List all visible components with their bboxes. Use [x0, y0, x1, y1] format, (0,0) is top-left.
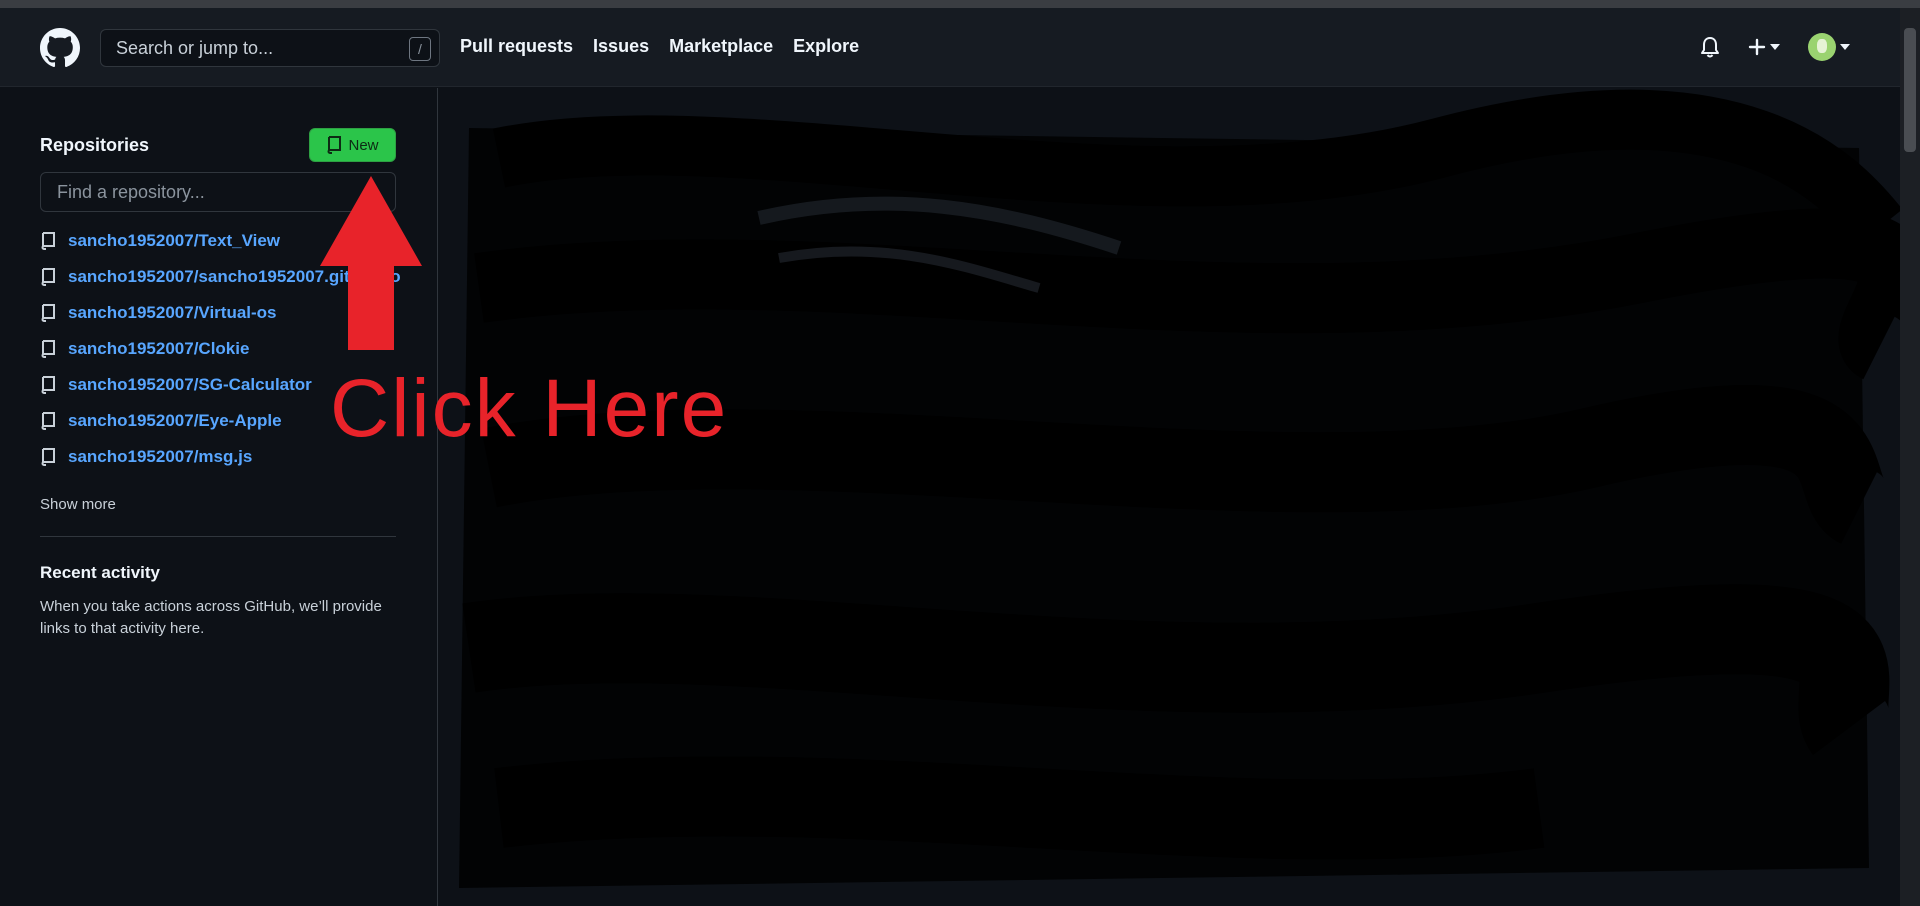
page-scrollbar[interactable]: [1900, 8, 1920, 906]
repo-icon: [328, 136, 342, 154]
repo-icon: [41, 376, 55, 394]
user-menu[interactable]: [1808, 33, 1850, 61]
new-button-label: New: [348, 136, 379, 154]
repo-link[interactable]: sancho1952007/Virtual-os: [68, 303, 277, 323]
repo-link[interactable]: sancho1952007/Clokie: [68, 339, 249, 359]
header-actions: [1700, 33, 1850, 61]
repo-link[interactable]: sancho1952007/Text_View: [68, 231, 280, 251]
repo-link[interactable]: sancho1952007/Eye-Apple: [68, 411, 282, 431]
nav-issues[interactable]: Issues: [593, 36, 649, 57]
search-input[interactable]: [101, 30, 439, 66]
annotation-arrow-icon: [320, 176, 422, 350]
browser-top-strip: [0, 0, 1920, 8]
search-shortcut-hint: /: [409, 37, 431, 61]
divider: [40, 536, 396, 537]
scrollbar-thumb[interactable]: [1904, 28, 1916, 152]
show-more-link[interactable]: Show more: [40, 496, 116, 513]
notifications-bell-icon[interactable]: [1700, 36, 1720, 58]
repo-link[interactable]: sancho1952007/msg.js: [68, 447, 252, 467]
header-nav: Pull requests Issues Marketplace Explore: [460, 36, 859, 57]
github-logo-icon[interactable]: [40, 28, 80, 68]
global-header: / Pull requests Issues Marketplace Explo…: [0, 8, 1900, 87]
new-repository-button[interactable]: New: [309, 128, 396, 162]
nav-pull-requests[interactable]: Pull requests: [460, 36, 573, 57]
nav-explore[interactable]: Explore: [793, 36, 859, 57]
chevron-down-icon: [1840, 44, 1850, 50]
annotation-text: Click Here: [330, 363, 729, 454]
repo-icon: [41, 340, 55, 358]
repo-link[interactable]: sancho1952007/SG-Calculator: [68, 375, 312, 395]
create-new-dropdown[interactable]: [1748, 38, 1780, 56]
main-feed-redacted: [439, 88, 1900, 906]
repo-icon: [41, 448, 55, 466]
recent-activity-text: When you take actions across GitHub, we’…: [40, 598, 382, 637]
global-search[interactable]: /: [100, 29, 440, 67]
repositories-heading: Repositories: [40, 135, 150, 155]
repo-icon: [41, 304, 55, 322]
redaction-scribble: [459, 89, 1900, 888]
recent-activity-heading: Recent activity: [40, 563, 160, 582]
repo-icon: [41, 412, 55, 430]
avatar: [1808, 33, 1836, 61]
nav-marketplace[interactable]: Marketplace: [669, 36, 773, 57]
chevron-down-icon: [1770, 44, 1780, 50]
repo-icon: [41, 268, 55, 286]
plus-icon: [1748, 38, 1766, 56]
repo-icon: [41, 232, 55, 250]
